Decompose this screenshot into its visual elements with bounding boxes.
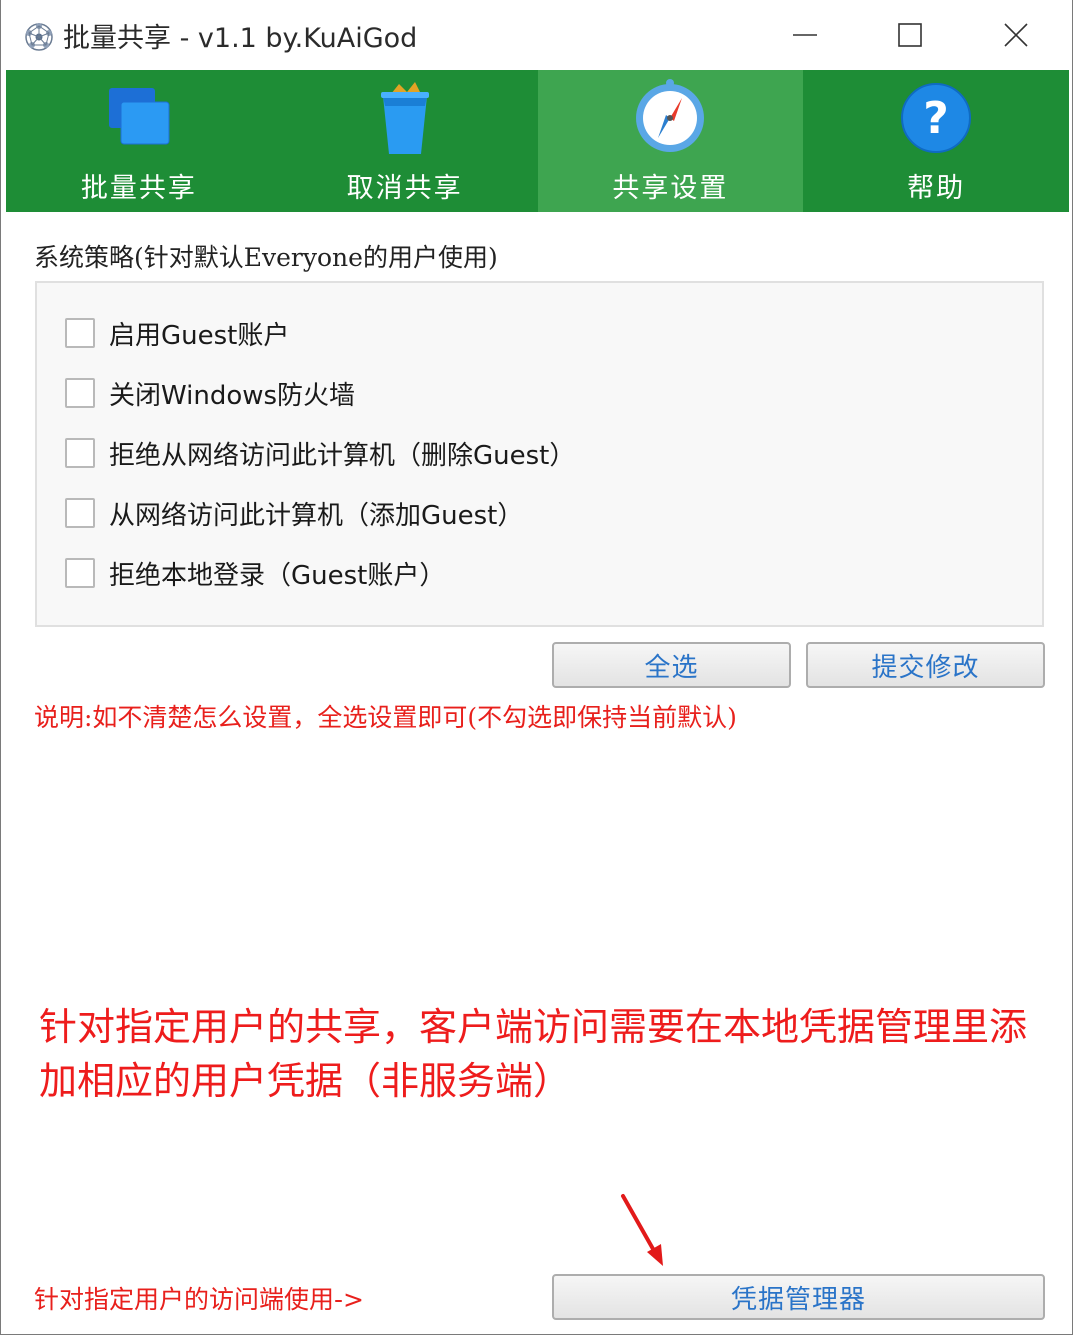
title-bar[interactable]: 批量共享 - v1.1 by.KuAiGod [1,0,1072,70]
credential-hint: 针对指定用户的访问端使用-> [34,1285,364,1314]
windows-stack-icon [108,88,170,145]
annotation-text: 针对指定用户的共享，客户端访问需要在本地凭据管理里添加相应的用户凭据（非服务端） [39,1005,1028,1103]
help-question-icon: ? [901,83,972,153]
window-title: 批量共享 - v1.1 by.KuAiGod [63,23,418,54]
tab-label: 共享设置 [612,173,729,204]
option-label: 关闭Windows防火墙 [109,380,356,411]
checkbox[interactable] [65,318,95,348]
tab-share-settings[interactable]: 共享设置 [537,70,804,212]
maximize-button[interactable] [857,0,963,70]
option-label: 拒绝本地登录（Guest账户） [109,560,446,591]
checkbox[interactable] [65,498,95,528]
select-all-button[interactable]: 全选 [552,642,791,688]
option-label: 从网络访问此计算机（添加Guest） [109,500,524,531]
main-toolbar: 批量共享 取消共享 共享设置 ? 帮助 [6,70,1069,212]
option-enable-guest[interactable]: 启用Guest账户 [65,313,289,353]
option-deny-local-logon[interactable]: 拒绝本地登录（Guest账户） [65,553,445,593]
minimize-button[interactable] [752,0,858,70]
red-arrow-icon [621,1194,663,1266]
network-sphere-icon [25,23,53,51]
tab-label: 批量共享 [80,173,197,204]
checkbox[interactable] [65,558,95,588]
option-label: 启用Guest账户 [109,320,290,351]
tab-help[interactable]: ? 帮助 [803,70,1069,212]
app-window: 批量共享 - v1.1 by.KuAiGod 批量共享 取消共享 共享设置 ? … [0,0,1073,1335]
credential-manager-button[interactable]: 凭据管理器 [552,1274,1045,1320]
policy-options-group: 启用Guest账户 关闭Windows防火墙 拒绝从网络访问此计算机（删除Gue… [35,281,1044,627]
option-deny-network-access[interactable]: 拒绝从网络访问此计算机（删除Guest） [65,433,575,473]
option-label: 拒绝从网络访问此计算机（删除Guest） [109,440,576,471]
policy-section-title: 系统策略(针对默认Everyone的用户使用) [34,243,498,272]
minimize-icon [793,34,817,36]
checkbox[interactable] [65,438,95,468]
compass-icon [636,79,705,152]
option-allow-network-access[interactable]: 从网络访问此计算机（添加Guest） [65,493,523,533]
tab-label: 帮助 [907,173,966,204]
submit-changes-button[interactable]: 提交修改 [806,642,1045,688]
checkbox[interactable] [65,378,95,408]
tab-cancel-share[interactable]: 取消共享 [272,70,538,212]
trash-can-icon [380,82,429,154]
svg-text:?: ? [923,93,949,144]
tab-label: 取消共享 [346,173,463,204]
close-button[interactable] [963,0,1069,70]
close-icon [1004,23,1028,47]
maximize-icon [898,23,922,47]
instruction-note: 说明:如不清楚怎么设置，全选设置即可(不勾选即保持当前默认) [34,703,737,732]
tab-batch-share[interactable]: 批量共享 [6,70,272,212]
option-disable-firewall[interactable]: 关闭Windows防火墙 [65,373,355,413]
